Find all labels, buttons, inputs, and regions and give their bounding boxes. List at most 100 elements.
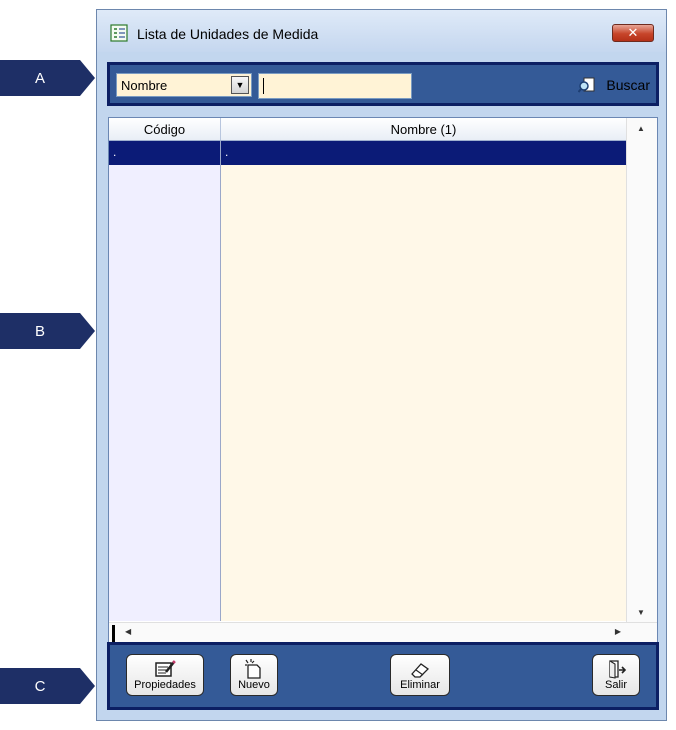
cell-code[interactable] [109, 501, 221, 525]
cell-code[interactable] [109, 525, 221, 549]
cell-name[interactable] [221, 357, 627, 381]
cell-name[interactable] [221, 309, 627, 333]
cell-name[interactable] [221, 189, 627, 213]
table-row[interactable] [109, 549, 627, 573]
cell-code[interactable] [109, 381, 221, 405]
cell-name[interactable] [221, 237, 627, 261]
callout-b: B [0, 313, 95, 349]
cell-code[interactable] [109, 213, 221, 237]
properties-button-label: Propiedades [134, 679, 196, 691]
table-row[interactable] [109, 429, 627, 453]
search-button[interactable]: Buscar [558, 71, 650, 99]
units-grid: Código Nombre (1) .. ▲ ▼ ◀ ▶ [108, 117, 658, 644]
table-row[interactable] [109, 333, 627, 357]
close-button[interactable]: ✕ [612, 24, 654, 42]
table-row[interactable] [109, 405, 627, 429]
table-row[interactable] [109, 525, 627, 549]
edit-properties-icon [155, 660, 176, 677]
cell-name[interactable] [221, 261, 627, 285]
text-caret [263, 78, 264, 94]
new-button-label: Nuevo [238, 679, 270, 691]
title-bar: Lista de Unidades de Medida ✕ [97, 10, 666, 52]
cell-name[interactable] [221, 501, 627, 525]
window: Lista de Unidades de Medida ✕ Nombre ▼ B… [96, 9, 667, 721]
cell-code[interactable] [109, 285, 221, 309]
table-row[interactable] [109, 165, 627, 189]
cell-code[interactable] [109, 597, 221, 621]
table-row[interactable] [109, 189, 627, 213]
column-header-name[interactable]: Nombre (1) [221, 118, 627, 140]
exit-button[interactable]: Salir [592, 654, 640, 696]
cell-name[interactable] [221, 597, 627, 621]
cell-name[interactable] [221, 285, 627, 309]
cell-name[interactable] [221, 525, 627, 549]
search-button-label: Buscar [606, 77, 650, 93]
cell-code[interactable]: . [109, 141, 221, 165]
search-bar: Nombre ▼ Buscar [107, 62, 659, 106]
cell-code[interactable] [109, 309, 221, 333]
table-row[interactable] [109, 453, 627, 477]
table-row[interactable] [109, 285, 627, 309]
table-row[interactable] [109, 213, 627, 237]
cell-name[interactable] [221, 573, 627, 597]
action-bar: Propiedades Nuevo Eliminar Salir [107, 642, 659, 710]
window-title: Lista de Unidades de Medida [137, 26, 319, 42]
scroll-left-icon[interactable]: ◀ [125, 627, 131, 636]
table-row[interactable] [109, 501, 627, 525]
cell-name[interactable] [221, 453, 627, 477]
cell-code[interactable] [109, 357, 221, 381]
cell-code[interactable] [109, 573, 221, 597]
new-document-icon [245, 659, 261, 679]
delete-button[interactable]: Eliminar [390, 654, 450, 696]
scroll-down-icon[interactable]: ▼ [637, 608, 645, 617]
properties-button[interactable]: Propiedades [126, 654, 204, 696]
table-row[interactable] [109, 573, 627, 597]
cell-name[interactable]: . [221, 141, 627, 165]
table-row[interactable] [109, 309, 627, 333]
exit-door-icon [609, 660, 627, 679]
delete-button-label: Eliminar [400, 679, 440, 691]
new-button[interactable]: Nuevo [230, 654, 278, 696]
close-icon: ✕ [627, 25, 639, 40]
table-row[interactable] [109, 237, 627, 261]
table-row[interactable] [109, 597, 627, 621]
cell-code[interactable] [109, 237, 221, 261]
cell-code[interactable] [109, 405, 221, 429]
search-field-select[interactable]: Nombre ▼ [116, 73, 252, 97]
cell-name[interactable] [221, 429, 627, 453]
search-input[interactable] [258, 73, 412, 99]
cell-code[interactable] [109, 165, 221, 189]
cell-name[interactable] [221, 477, 627, 501]
cell-code[interactable] [109, 477, 221, 501]
cell-name[interactable] [221, 549, 627, 573]
scroll-right-icon[interactable]: ▶ [615, 627, 621, 636]
chevron-down-icon[interactable]: ▼ [231, 76, 249, 94]
cell-code[interactable] [109, 189, 221, 213]
search-field-value: Nombre [121, 78, 168, 93]
search-icon [578, 77, 595, 93]
cell-code[interactable] [109, 549, 221, 573]
table-row[interactable] [109, 261, 627, 285]
eraser-icon [411, 663, 430, 678]
cell-code[interactable] [109, 333, 221, 357]
table-row[interactable] [109, 477, 627, 501]
cell-name[interactable] [221, 165, 627, 189]
cell-name[interactable] [221, 381, 627, 405]
cell-code[interactable] [109, 429, 221, 453]
scroll-up-icon[interactable]: ▲ [637, 124, 645, 133]
list-document-icon [110, 24, 128, 42]
cell-name[interactable] [221, 333, 627, 357]
cell-code[interactable] [109, 261, 221, 285]
table-row-selected[interactable]: .. [109, 141, 627, 165]
exit-button-label: Salir [604, 679, 627, 691]
scroll-position-marker [112, 625, 115, 642]
callout-a: A [0, 60, 95, 96]
column-header-code[interactable]: Código [109, 118, 221, 140]
table-row[interactable] [109, 381, 627, 405]
cell-name[interactable] [221, 405, 627, 429]
cell-name[interactable] [221, 213, 627, 237]
horizontal-scrollbar[interactable]: ◀ ▶ [109, 622, 657, 643]
cell-code[interactable] [109, 453, 221, 477]
table-row[interactable] [109, 357, 627, 381]
vertical-scrollbar[interactable]: ▲ ▼ [626, 118, 657, 623]
